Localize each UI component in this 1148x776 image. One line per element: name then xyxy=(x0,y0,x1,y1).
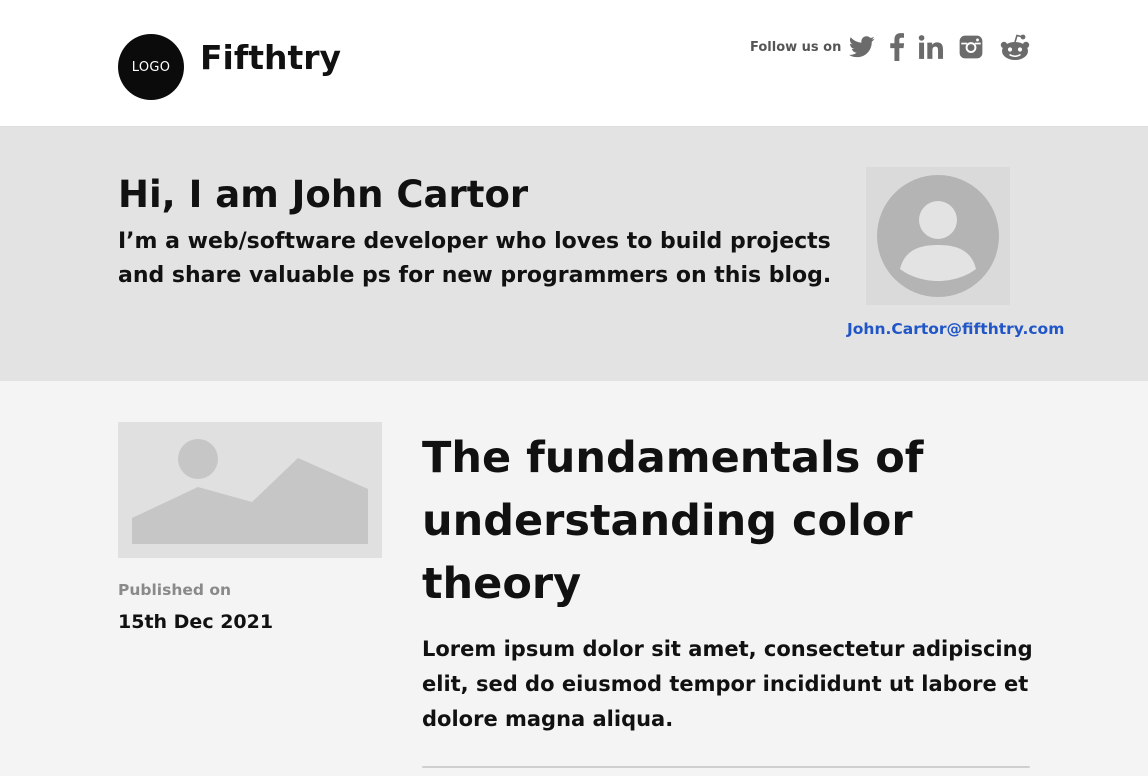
author-hero: Hi, I am John Cartor I’m a web/software … xyxy=(0,127,1148,381)
image-placeholder-icon xyxy=(132,439,368,544)
instagram-icon[interactable] xyxy=(957,31,985,63)
post-thumbnail[interactable] xyxy=(118,422,382,558)
twitter-icon[interactable] xyxy=(848,31,876,63)
reddit-icon[interactable] xyxy=(998,31,1032,63)
hero-title: Hi, I am John Cartor xyxy=(118,173,529,216)
post-card: Published on 15th Dec 2021 The fundament… xyxy=(0,381,1148,776)
site-name[interactable]: Fifthtry xyxy=(200,38,341,77)
divider xyxy=(422,766,1030,768)
avatar xyxy=(866,167,1010,305)
site-header: LOGO Fifthtry Follow us on xyxy=(0,0,1148,127)
linkedin-icon[interactable] xyxy=(917,31,945,63)
post-excerpt: Lorem ipsum dolor sit amet, consectetur … xyxy=(422,637,1033,731)
logo[interactable]: LOGO xyxy=(118,34,184,100)
follow-label: Follow us on xyxy=(750,40,842,55)
post-title[interactable]: The fundamentals of understanding color … xyxy=(422,427,1022,616)
facebook-icon[interactable] xyxy=(888,31,906,63)
published-date: 15th Dec 2021 xyxy=(118,611,274,633)
published-label: Published on xyxy=(118,581,232,599)
author-email-link[interactable]: John.Cartor@fifthtry.com xyxy=(847,320,1064,338)
hero-subtitle: I’m a web/software developer who loves t… xyxy=(118,229,832,288)
user-avatar-icon xyxy=(877,175,999,297)
